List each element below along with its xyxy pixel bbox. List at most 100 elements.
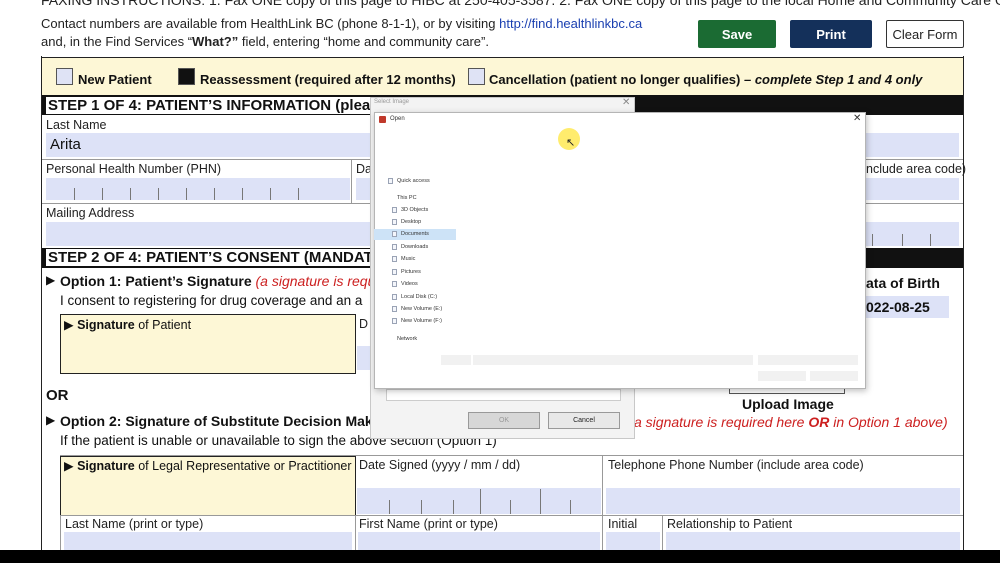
- drive-icon: [392, 294, 397, 300]
- quick-access-icon: [388, 178, 393, 184]
- nav-documents[interactable]: Documents: [401, 231, 429, 237]
- filename-strip: [386, 389, 621, 401]
- representative-signature-label: ▶ Signature of Legal Representative or P…: [64, 459, 352, 473]
- what-field-name: What?”: [192, 34, 239, 49]
- option2-title: Option 2: Signature of Substitute Decisi…: [60, 413, 381, 429]
- postal-tick: [930, 234, 931, 246]
- filename-label-placeholder: [441, 355, 471, 365]
- initial-label: Initial: [608, 517, 638, 531]
- last-name-label: Last Name: [46, 118, 107, 132]
- column-divider: [602, 456, 603, 552]
- rep-signature-rest: of Legal Representative or Practitioner: [134, 459, 352, 473]
- date-tick: [453, 500, 454, 514]
- date-tick: [480, 489, 481, 514]
- reassessment-label: Reassessment (required after 12 months): [200, 72, 456, 87]
- first-name-print-label: First Name (print or type): [359, 517, 498, 531]
- rep-last-name-field[interactable]: [64, 532, 352, 550]
- nav-downloads[interactable]: Downloads: [401, 244, 428, 250]
- phn-tick: [74, 188, 75, 200]
- nav-pictures[interactable]: Pictures: [401, 269, 421, 275]
- nav-new-volume-e[interactable]: New Volume (E:): [401, 306, 442, 312]
- folder-icon: [392, 219, 397, 225]
- dob-label: ata of Birth: [866, 275, 940, 291]
- option2-note: a signature is required here OR in Optio…: [634, 414, 948, 430]
- last-name-field[interactable]: [46, 133, 371, 157]
- contact-info-line: Contact numbers are available from Healt…: [41, 16, 642, 31]
- nav-quick-access[interactable]: Quick access: [397, 178, 430, 184]
- date-field[interactable]: [356, 178, 370, 200]
- step1-title: STEP 1 OF 4: PATIENT’S INFORMATION (plea: [46, 97, 373, 114]
- folder-icon: [392, 231, 397, 237]
- new-patient-checkbox[interactable]: [56, 68, 73, 85]
- nav-local-disk-c[interactable]: Local Disk (C:): [401, 294, 437, 300]
- consent-date-field[interactable]: [357, 346, 370, 370]
- fax-instructions: FAXING INSTRUCTIONS: 1. Fax ONE copy of …: [41, 0, 1000, 8]
- relationship-label: Relationship to Patient: [667, 517, 793, 531]
- close-icon[interactable]: ✕: [622, 97, 630, 108]
- column-divider: [351, 159, 352, 203]
- rep-first-name-field[interactable]: [358, 532, 600, 550]
- print-button[interactable]: Print: [790, 20, 872, 48]
- cancel-open-button[interactable]: [810, 371, 858, 381]
- open-button[interactable]: [758, 371, 806, 381]
- nav-this-pc[interactable]: This PC: [397, 195, 417, 201]
- column-divider: [60, 515, 61, 555]
- date-signed-field[interactable]: [357, 488, 601, 514]
- phn-tick: [158, 188, 159, 200]
- consent-text: I consent to registering for drug covera…: [60, 293, 363, 308]
- ok-button[interactable]: OK: [468, 412, 540, 429]
- date-tick: [540, 489, 541, 514]
- phn-tick: [270, 188, 271, 200]
- upload-image-button[interactable]: Upload Image: [742, 396, 834, 412]
- row-divider: [60, 515, 963, 516]
- nav-videos[interactable]: Videos: [401, 281, 418, 287]
- save-button[interactable]: Save: [698, 20, 776, 48]
- initial-field[interactable]: [606, 532, 660, 550]
- nav-new-volume-f[interactable]: New Volume (F:): [401, 318, 442, 324]
- phn-field[interactable]: [46, 178, 350, 200]
- nav-desktop[interactable]: Desktop: [401, 219, 421, 225]
- phn-tick: [242, 188, 243, 200]
- phone-field[interactable]: [866, 178, 959, 200]
- phn-label: Personal Health Number (PHN): [46, 162, 222, 176]
- last-name-print-label: Last Name (print or type): [65, 517, 204, 531]
- cancel-button[interactable]: Cancel: [548, 412, 620, 429]
- phn-tick: [186, 188, 187, 200]
- patient-signature-bold: Signature: [77, 318, 135, 332]
- select-image-title: Select Image: [374, 99, 410, 105]
- open-file-dialog: [374, 112, 866, 389]
- nav-music[interactable]: Music: [401, 256, 415, 262]
- date-tick: [570, 500, 571, 514]
- telephone-field[interactable]: [606, 488, 960, 514]
- healthlink-link[interactable]: http://find.healthlinkbc.ca: [499, 16, 642, 31]
- postal-code-field[interactable]: [866, 222, 959, 246]
- new-patient-label: New Patient: [78, 72, 152, 87]
- folder-icon: [392, 244, 397, 250]
- nav-3d-objects[interactable]: 3D Objects: [401, 207, 428, 213]
- option2-note-or: OR: [808, 414, 830, 430]
- cancellation-checkbox[interactable]: [468, 68, 485, 85]
- option2-arrow-icon: ▶: [46, 413, 56, 427]
- mailing-address-field[interactable]: [46, 222, 371, 246]
- folder-icon: [392, 281, 397, 287]
- option2-note-c: in Option 1 above): [829, 414, 948, 430]
- close-icon[interactable]: ✕: [853, 113, 861, 124]
- cancellation-note: – complete Step 1 and 4 only: [740, 72, 923, 87]
- clear-form-button[interactable]: Clear Form: [886, 20, 964, 48]
- or-separator: OR: [46, 387, 69, 404]
- filename-input[interactable]: [473, 355, 753, 365]
- date-tick: [510, 500, 511, 514]
- open-dialog-title: Open: [390, 116, 405, 122]
- column-divider: [355, 515, 356, 555]
- nav-network[interactable]: Network: [397, 336, 417, 342]
- mouse-pointer-icon: ↖: [566, 137, 576, 149]
- last-name-field-right[interactable]: [866, 133, 959, 157]
- file-type-select[interactable]: [758, 355, 858, 365]
- cancellation-text: Cancellation (patient no longer qualifie…: [489, 72, 741, 87]
- postal-tick: [902, 234, 903, 246]
- relationship-field[interactable]: [666, 532, 960, 550]
- patient-signature-label: ▶ Signature of Patient: [64, 318, 192, 332]
- find-services-suffix: field, entering “home and community care…: [238, 34, 489, 49]
- reassessment-checkbox[interactable]: [178, 68, 195, 85]
- contact-text: Contact numbers are available from Healt…: [41, 16, 500, 31]
